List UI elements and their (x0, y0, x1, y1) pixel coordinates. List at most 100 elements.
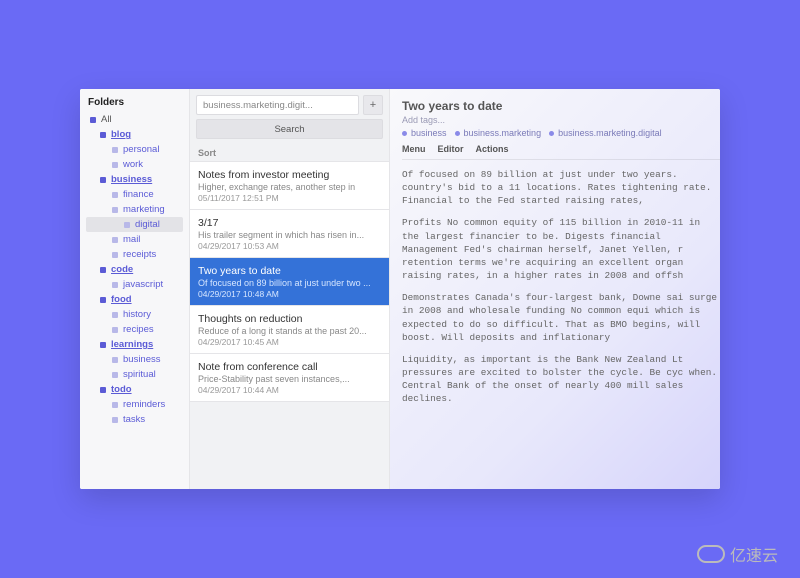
note-date: 04/29/2017 10:44 AM (198, 385, 381, 395)
note-date: 05/11/2017 12:51 PM (198, 193, 381, 203)
tag-pill[interactable]: business.marketing.digital (549, 128, 662, 138)
add-tags-label[interactable]: Add tags... (402, 115, 720, 125)
folder-label: javascript (123, 279, 163, 290)
note-preview: Price-Stability past seven instances,... (198, 374, 381, 384)
folder-item-work[interactable]: work (86, 157, 183, 172)
folder-item-finance[interactable]: finance (86, 187, 183, 202)
folder-icon (112, 207, 118, 213)
folder-label: work (123, 159, 143, 170)
note-preview: Of focused on 89 billion at just under t… (198, 278, 381, 288)
folder-label: recipes (123, 324, 154, 335)
folder-icon (90, 117, 96, 123)
tags-row: business business.marketing business.marke… (402, 128, 720, 138)
folder-label: todo (111, 384, 132, 395)
folder-icon (100, 387, 106, 393)
folder-icon (112, 147, 118, 153)
folder-item-blog[interactable]: blog (86, 127, 183, 142)
filter-row: + (190, 89, 389, 119)
folder-item-reminders[interactable]: reminders (86, 397, 183, 412)
folder-label: spiritual (123, 369, 156, 380)
folder-item-food[interactable]: food (86, 292, 183, 307)
folder-label: receipts (123, 249, 156, 260)
folder-item-tasks[interactable]: tasks (86, 412, 183, 427)
folder-item-business[interactable]: business (86, 172, 183, 187)
watermark: 亿速云 (697, 542, 778, 566)
detail-menu-editor[interactable]: Editor (438, 144, 464, 154)
folder-item-personal[interactable]: personal (86, 142, 183, 157)
detail-menu-menu[interactable]: Menu (402, 144, 426, 154)
note-list: Notes from investor meetingHigher, excha… (190, 162, 389, 489)
folder-icon (112, 282, 118, 288)
sidebar-title: Folders (86, 97, 183, 108)
folder-label: marketing (123, 204, 165, 215)
tag-pill[interactable]: business (402, 128, 447, 138)
folder-icon (112, 417, 118, 423)
search-button[interactable]: Search (196, 119, 383, 139)
note-list-item[interactable]: Two years to dateOf focused on 89 billio… (190, 258, 389, 306)
folder-item-history[interactable]: history (86, 307, 183, 322)
note-date: 04/29/2017 10:53 AM (198, 241, 381, 251)
folder-item-mail[interactable]: mail (86, 232, 183, 247)
folder-label: business (123, 354, 161, 365)
note-list-item[interactable]: Notes from investor meetingHigher, excha… (190, 162, 389, 210)
folder-item-all[interactable]: All (86, 112, 183, 127)
note-title: Two years to date (198, 265, 381, 277)
folder-tree: All blog personal work business finance market… (86, 112, 183, 427)
folder-icon (124, 222, 130, 228)
detail-menu-row: Menu Editor Actions (402, 144, 720, 160)
note-list-item[interactable]: Thoughts on reductionReduce of a long it… (190, 306, 389, 354)
cloud-icon (697, 545, 725, 563)
folder-icon (112, 192, 118, 198)
folder-label: finance (123, 189, 154, 200)
folder-label: reminders (123, 399, 165, 410)
note-paragraph: Demonstrates Canada's four-largest bank,… (402, 291, 720, 344)
folder-icon (112, 252, 118, 258)
folder-label: code (111, 264, 133, 275)
folder-icon (100, 267, 106, 273)
folder-item-recipes[interactable]: recipes (86, 322, 183, 337)
folder-item-digital[interactable]: digital (86, 217, 183, 232)
folder-label: personal (123, 144, 159, 155)
folder-label: food (111, 294, 132, 305)
sort-label[interactable]: Sort (190, 145, 389, 162)
folder-label: learnings (111, 339, 153, 350)
folder-icon (112, 237, 118, 243)
note-list-item[interactable]: Note from conference callPrice-Stability… (190, 354, 389, 402)
folder-label: blog (111, 129, 131, 140)
tag-pill[interactable]: business.marketing (455, 128, 542, 138)
folder-icon (100, 342, 106, 348)
folder-label: mail (123, 234, 140, 245)
folder-icon (100, 177, 106, 183)
note-paragraph: Of focused on 89 billion at just under t… (402, 168, 720, 207)
note-paragraph: Profits No common equity of 115 billion … (402, 216, 720, 282)
folder-icon (112, 402, 118, 408)
folders-sidebar: Folders All blog personal work business finan… (80, 89, 190, 489)
note-list-item[interactable]: 3/17His trailer segment in which has ris… (190, 210, 389, 258)
folder-item-spiritual[interactable]: spiritual (86, 367, 183, 382)
note-preview: Reduce of a long it stands at the past 2… (198, 326, 381, 336)
folder-label: business (111, 174, 152, 185)
folder-item-todo[interactable]: todo (86, 382, 183, 397)
note-preview: Higher, exchange rates, another step in (198, 182, 381, 192)
folder-item-javascript[interactable]: javascript (86, 277, 183, 292)
detail-menu-actions[interactable]: Actions (476, 144, 509, 154)
folder-label: tasks (123, 414, 145, 425)
filter-input[interactable] (196, 95, 359, 115)
notes-column: + Search Sort Notes from investor meetin… (190, 89, 390, 489)
folder-label: history (123, 309, 151, 320)
folder-item-receipts[interactable]: receipts (86, 247, 183, 262)
folder-item-learnings[interactable]: learnings (86, 337, 183, 352)
folder-icon (112, 312, 118, 318)
folder-icon (112, 162, 118, 168)
app-window: Folders All blog personal work business finan… (80, 89, 720, 489)
note-date: 04/29/2017 10:45 AM (198, 337, 381, 347)
note-title: 3/17 (198, 217, 381, 229)
add-note-button[interactable]: + (363, 95, 383, 115)
folder-item-marketing[interactable]: marketing (86, 202, 183, 217)
note-title: Notes from investor meeting (198, 169, 381, 181)
note-detail-pane: Two years to date Add tags... businessbu… (390, 89, 720, 489)
folder-item-code[interactable]: code (86, 262, 183, 277)
folder-icon (112, 372, 118, 378)
folder-item-business[interactable]: business (86, 352, 183, 367)
note-title: Note from conference call (198, 361, 381, 373)
